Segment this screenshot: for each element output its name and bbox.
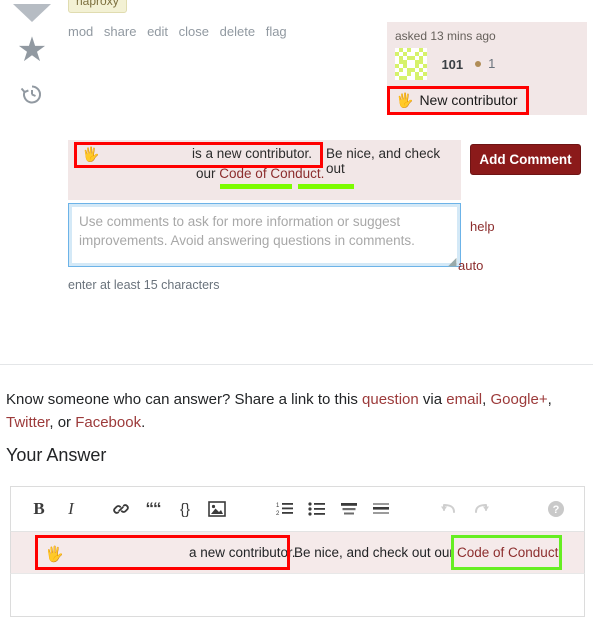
post-actions: mod share edit close delete flag [68, 24, 294, 39]
waving-hand-icon: 🖐 [396, 92, 414, 108]
identicon-avatar[interactable] [395, 48, 427, 80]
notice-line2: our Code of Conduct. [196, 166, 324, 181]
notice-our-word: our [196, 166, 216, 181]
undo-icon[interactable] [435, 495, 463, 523]
post-action-delete[interactable]: delete [220, 24, 255, 39]
vote-rail: ★ [12, 4, 52, 112]
italic-icon[interactable]: I [57, 495, 85, 523]
comment-help-link[interactable]: help [470, 219, 495, 234]
answer-new-contributor-notice: 🖐 a new contributor. Be nice, and check … [10, 532, 585, 573]
bronze-badge-icon [474, 60, 481, 67]
share-question-link[interactable]: question [362, 391, 419, 408]
answer-notice-text-after: Be nice, and check out our [294, 545, 454, 560]
waving-hand-icon: 🖐 [82, 146, 100, 162]
image-icon[interactable] [203, 495, 231, 523]
numbered-list-icon[interactable]: 12 [271, 495, 299, 523]
svg-text:?: ? [553, 504, 560, 516]
answer-body-input[interactable] [10, 573, 585, 617]
red-annotation-box-bottom [35, 535, 290, 570]
resize-grip-icon[interactable]: ◢ [448, 255, 456, 268]
share-text-2: via [418, 391, 447, 408]
share-twitter-link[interactable]: Twitter [6, 414, 49, 431]
share-question-paragraph: Know someone who can answer? Share a lin… [6, 388, 566, 434]
green-annotation-underline-1 [220, 184, 292, 189]
horizontal-rule-icon[interactable] [367, 495, 395, 523]
help-icon[interactable]: ? [542, 495, 570, 523]
heading-icon[interactable] [335, 495, 363, 523]
share-email-link[interactable]: email [446, 391, 482, 408]
green-annotation-underline-2 [298, 184, 354, 189]
history-clock-icon[interactable] [12, 81, 52, 112]
svg-text:1: 1 [276, 503, 280, 509]
svg-text:2: 2 [276, 511, 280, 517]
share-text-4: , [547, 391, 552, 408]
share-text-5: , or [49, 414, 76, 431]
notice-text-after: Be nice, and check out [326, 146, 441, 176]
post-action-close[interactable]: close [179, 24, 209, 39]
min-characters-hint: enter at least 15 characters [68, 278, 220, 292]
bronze-badge-count[interactable]: 1 [488, 56, 495, 71]
post-action-edit[interactable]: edit [147, 24, 168, 39]
post-action-flag[interactable]: flag [266, 24, 287, 39]
redo-icon[interactable] [467, 495, 495, 523]
page-root: haproxy ★ mod share edit close delete fl… [0, 0, 593, 617]
tag-haproxy[interactable]: haproxy [68, 0, 127, 13]
notice-text-before: is a new contributor. [192, 146, 313, 161]
star-icon[interactable]: ★ [12, 33, 52, 67]
share-text-6: . [141, 414, 146, 431]
post-action-mod[interactable]: mod [68, 24, 93, 39]
new-contributor-row: 🖐 New contributor [387, 86, 587, 115]
share-facebook-link[interactable]: Facebook [75, 414, 141, 431]
asked-timestamp: asked 13 mins ago [395, 29, 496, 43]
add-comment-button[interactable]: Add Comment [470, 144, 581, 175]
blockquote-icon[interactable]: ““ [139, 495, 167, 523]
post-action-share[interactable]: share [104, 24, 137, 39]
code-icon[interactable]: {} [171, 495, 199, 523]
bulleted-list-icon[interactable] [303, 495, 331, 523]
bold-icon[interactable]: B [25, 495, 53, 523]
green-annotation-box-bottom [451, 535, 562, 570]
user-card: asked 13 mins ago 101 1 [387, 22, 587, 86]
share-googleplus-link[interactable]: Google+ [490, 391, 547, 408]
reputation-score[interactable]: 101 [441, 57, 463, 72]
share-text-1: Know someone who can answer? Share a lin… [6, 391, 363, 408]
comment-input[interactable] [68, 203, 461, 267]
new-contributor-badge[interactable]: 🖐 New contributor [387, 86, 530, 115]
comment-auto-link[interactable]: auto [458, 258, 483, 273]
new-contributor-label: New contributor [419, 92, 518, 108]
answer-editor-toolbar: B I ““ {} 12 ? [10, 486, 585, 532]
comment-new-contributor-notice: 🖐 is a new contributor. Be nice, and che… [68, 140, 461, 200]
downvote-arrow-icon[interactable] [13, 4, 51, 22]
section-divider [0, 364, 593, 365]
link-icon[interactable] [107, 495, 135, 523]
code-of-conduct-link[interactable]: Code of Conduct. [219, 166, 324, 181]
your-answer-heading: Your Answer [6, 445, 107, 465]
